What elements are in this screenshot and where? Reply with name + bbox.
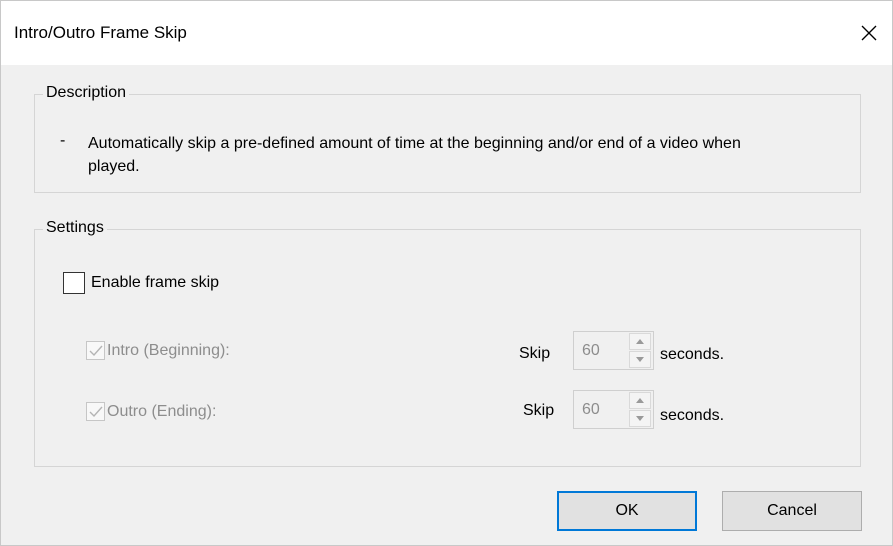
intro-seconds-value: 60 xyxy=(582,342,600,359)
intro-checkbox: Intro (Beginning): xyxy=(86,341,230,360)
outro-seconds-value: 60 xyxy=(582,401,600,418)
intro-label: Intro (Beginning): xyxy=(107,341,230,359)
outro-label: Outro (Ending): xyxy=(107,402,217,420)
intro-spin-down-button xyxy=(629,351,651,368)
outro-spinner-buttons xyxy=(629,392,651,427)
window-title: Intro/Outro Frame Skip xyxy=(14,23,187,42)
frame-skip-dialog: Intro/Outro Frame Skip Description - Aut… xyxy=(0,0,893,546)
close-icon xyxy=(861,25,877,41)
close-button[interactable] xyxy=(846,1,892,65)
enable-frame-skip-label: Enable frame skip xyxy=(91,274,220,291)
intro-skip-label: Skip xyxy=(519,345,551,362)
checkmark-icon xyxy=(89,345,103,357)
checkmark-icon xyxy=(89,406,103,418)
description-bullet: - xyxy=(60,132,66,149)
outro-seconds-spinner: 60 xyxy=(573,390,654,429)
outro-skip-label: Skip xyxy=(523,402,555,419)
intro-seconds-unit: seconds. xyxy=(660,346,725,363)
enable-frame-skip-checkbox[interactable]: Enable frame skip xyxy=(63,272,219,294)
description-text: Automatically skip a pre-defined amount … xyxy=(88,135,741,175)
arrow-up-icon xyxy=(636,339,644,344)
arrow-down-icon xyxy=(636,357,644,362)
outro-spin-up-button xyxy=(629,392,651,409)
intro-seconds-spinner: 60 xyxy=(573,331,654,370)
settings-group: Settings Enable frame skip Intro (Beginn… xyxy=(34,219,861,467)
arrow-up-icon xyxy=(636,398,644,403)
intro-spinner-buttons xyxy=(629,333,651,368)
settings-group-label: Settings xyxy=(43,219,107,237)
intro-spin-up-button xyxy=(629,333,651,350)
ok-button[interactable]: OK xyxy=(557,491,697,531)
intro-checkbox-box xyxy=(86,341,105,360)
outro-seconds-unit: seconds. xyxy=(660,407,725,424)
description-group-label: Description xyxy=(43,84,130,102)
outro-checkbox-box xyxy=(86,402,105,421)
title-bar: Intro/Outro Frame Skip xyxy=(1,1,892,65)
outro-spin-down-button xyxy=(629,410,651,427)
enable-frame-skip-box[interactable] xyxy=(63,272,85,294)
arrow-down-icon xyxy=(636,416,644,421)
outro-checkbox: Outro (Ending): xyxy=(86,402,216,421)
description-group: Description - Automatically skip a pre-d… xyxy=(34,84,861,193)
cancel-button[interactable]: Cancel xyxy=(722,491,862,531)
